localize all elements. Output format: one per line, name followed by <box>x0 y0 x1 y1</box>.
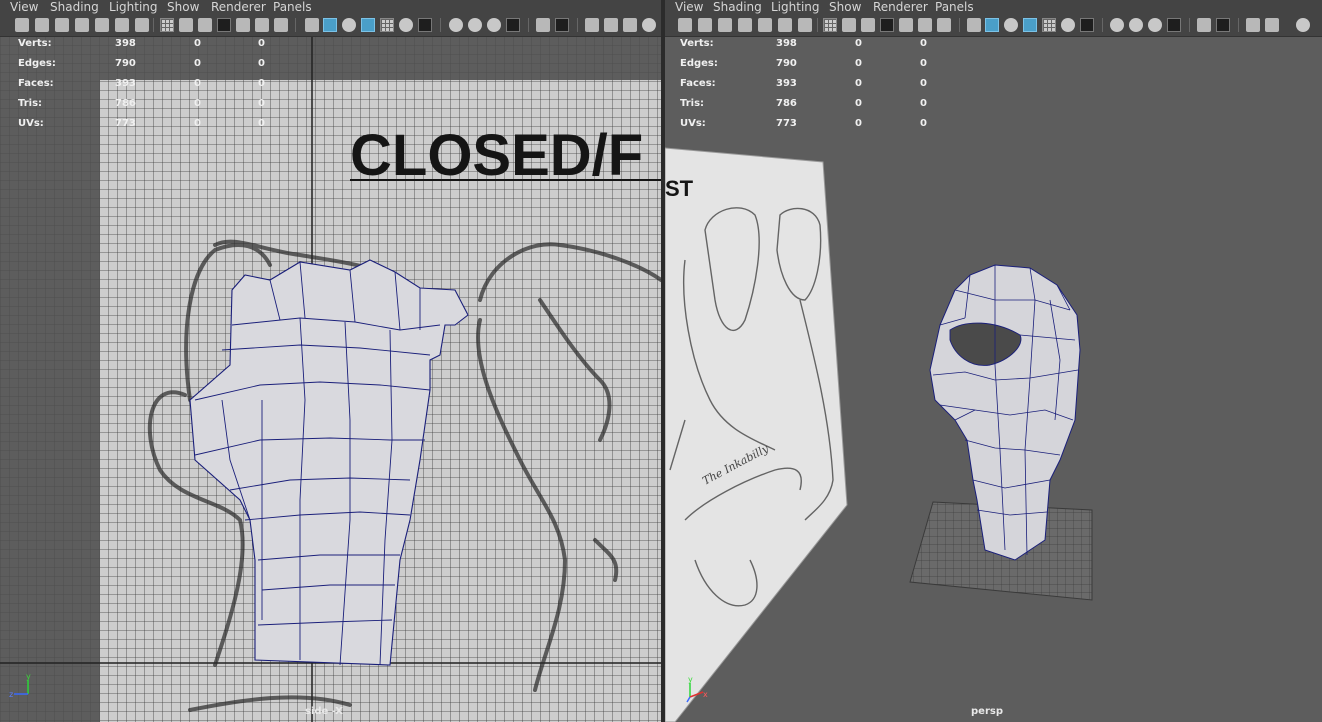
toolbar-separator <box>1102 18 1103 32</box>
resolution-gate-icon[interactable] <box>861 18 875 32</box>
image-plane-icon[interactable] <box>95 18 109 32</box>
safe-title-icon[interactable] <box>274 18 288 32</box>
camera-tools-icon[interactable] <box>55 18 69 32</box>
motion-blur-icon[interactable] <box>1129 18 1143 32</box>
resolution-gate-icon[interactable] <box>198 18 212 32</box>
ambient-occlusion-icon[interactable] <box>449 18 463 32</box>
ambient-occlusion-icon[interactable] <box>1110 18 1124 32</box>
bookmark-icon[interactable] <box>738 18 752 32</box>
isolate-icon[interactable] <box>1197 18 1211 32</box>
left-menubar: View Shading Lighting Show Renderer Pane… <box>0 0 661 15</box>
film-gate-icon[interactable] <box>179 18 193 32</box>
smooth-shade-icon[interactable] <box>985 18 999 32</box>
render-icon[interactable] <box>1296 18 1310 32</box>
default-material-icon[interactable] <box>342 18 356 32</box>
toolbar-separator <box>959 18 960 32</box>
menu-view[interactable]: View <box>675 0 703 14</box>
light-icon[interactable] <box>399 18 413 32</box>
left-camera-label: side -X <box>305 706 343 717</box>
menu-lighting[interactable]: Lighting <box>771 0 820 14</box>
color-management-icon[interactable] <box>623 18 637 32</box>
sign-text: CLOSED/F <box>350 123 643 188</box>
grease-pencil-icon[interactable] <box>798 18 812 32</box>
toolbar-separator <box>1189 18 1190 32</box>
shadows-icon[interactable] <box>418 18 432 32</box>
field-chart-icon[interactable] <box>236 18 250 32</box>
smooth-shade-icon[interactable] <box>323 18 337 32</box>
gate-mask-icon[interactable] <box>880 18 894 32</box>
exposure-icon[interactable] <box>585 18 599 32</box>
safe-title-icon[interactable] <box>937 18 951 32</box>
wireframe-on-shaded-icon[interactable] <box>361 18 375 32</box>
field-chart-icon[interactable] <box>899 18 913 32</box>
toolbar-separator <box>295 18 296 32</box>
grid-icon[interactable] <box>160 18 174 32</box>
camera-tools-icon[interactable] <box>718 18 732 32</box>
anti-aliasing-icon[interactable] <box>487 18 501 32</box>
menu-panels[interactable]: Panels <box>935 0 974 14</box>
grid-icon[interactable] <box>823 18 837 32</box>
menu-shading[interactable]: Shading <box>50 0 99 14</box>
svg-text:x: x <box>703 690 708 699</box>
xray-icon[interactable] <box>1042 18 1056 32</box>
light-icon[interactable] <box>1061 18 1075 32</box>
image-plane-icon[interactable] <box>758 18 772 32</box>
film-gate-icon[interactable] <box>842 18 856 32</box>
xray-icon[interactable] <box>380 18 394 32</box>
camera-attributes-icon[interactable] <box>35 18 49 32</box>
menu-show[interactable]: Show <box>167 0 199 14</box>
toolbar-separator <box>440 18 441 32</box>
toolbar-separator <box>153 18 154 32</box>
gamma-icon[interactable] <box>604 18 618 32</box>
bookmark-icon[interactable] <box>75 18 89 32</box>
card-sign-text: ST <box>665 176 694 201</box>
menu-panels[interactable]: Panels <box>273 0 312 14</box>
camera-select-icon[interactable] <box>15 18 29 32</box>
shadows-icon[interactable] <box>1080 18 1094 32</box>
right-menubar: View Shading Lighting Show Renderer Pane… <box>665 0 1322 15</box>
toolbar-separator <box>817 18 818 32</box>
depth-of-field-icon[interactable] <box>506 18 520 32</box>
left-viewport[interactable]: View Shading Lighting Show Renderer Pane… <box>0 0 661 722</box>
motion-blur-icon[interactable] <box>468 18 482 32</box>
camera-select-icon[interactable] <box>678 18 692 32</box>
toolbar-separator <box>528 18 529 32</box>
2d-pan-icon[interactable] <box>778 18 792 32</box>
wireframe-on-shaded-icon[interactable] <box>1023 18 1037 32</box>
left-viewport-scene: CLOSED/F y z <box>0 36 661 722</box>
gate-mask-icon[interactable] <box>217 18 231 32</box>
wireframe-icon[interactable] <box>305 18 319 32</box>
xray-joints-icon[interactable] <box>1216 18 1230 32</box>
depth-of-field-icon[interactable] <box>1167 18 1181 32</box>
default-material-icon[interactable] <box>1004 18 1018 32</box>
svg-text:z: z <box>9 690 13 699</box>
menu-view[interactable]: View <box>10 0 38 14</box>
menu-lighting[interactable]: Lighting <box>109 0 158 14</box>
gamma-icon[interactable] <box>1265 18 1279 32</box>
render-icon[interactable] <box>642 18 656 32</box>
camera-attributes-icon[interactable] <box>698 18 712 32</box>
isolate-icon[interactable] <box>536 18 550 32</box>
menu-show[interactable]: Show <box>829 0 861 14</box>
anti-aliasing-icon[interactable] <box>1148 18 1162 32</box>
toolbar-separator <box>577 18 578 32</box>
right-viewport[interactable]: View Shading Lighting Show Renderer Pane… <box>665 0 1322 722</box>
safe-action-icon[interactable] <box>918 18 932 32</box>
menu-renderer[interactable]: Renderer <box>873 0 928 14</box>
menu-shading[interactable]: Shading <box>713 0 762 14</box>
safe-action-icon[interactable] <box>255 18 269 32</box>
xray-joints-icon[interactable] <box>555 18 569 32</box>
svg-text:y: y <box>688 675 693 684</box>
grease-pencil-icon[interactable] <box>135 18 149 32</box>
wireframe-icon[interactable] <box>967 18 981 32</box>
right-camera-label: persp <box>971 706 1003 717</box>
right-viewport-scene: ST The Inkabilly y x <box>665 36 1322 722</box>
exposure-icon[interactable] <box>1246 18 1260 32</box>
toolbar-separator <box>1238 18 1239 32</box>
menu-renderer[interactable]: Renderer <box>211 0 266 14</box>
2d-pan-icon[interactable] <box>115 18 129 32</box>
svg-text:y: y <box>26 672 31 681</box>
